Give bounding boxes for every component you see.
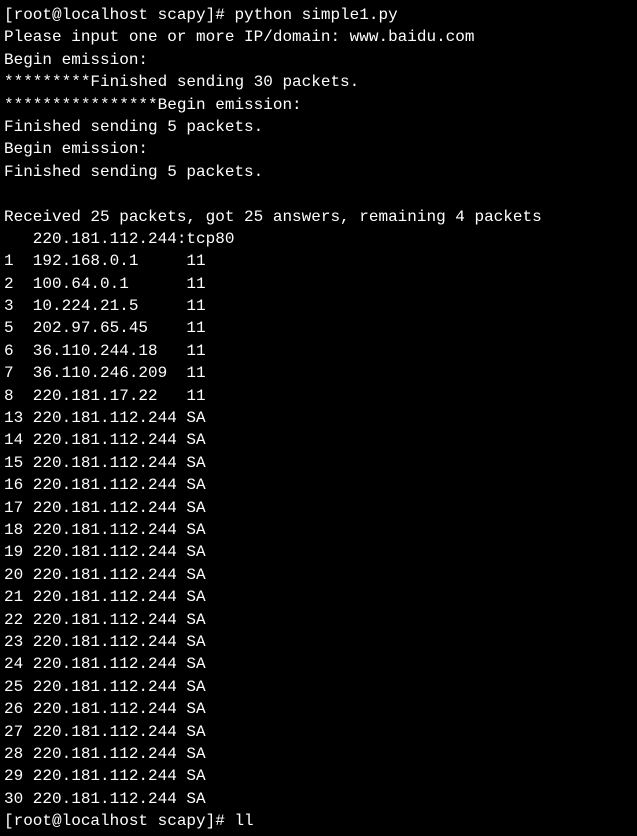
result-row: 28 220.181.112.244 SA <box>4 743 633 765</box>
result-row: 15 220.181.112.244 SA <box>4 452 633 474</box>
result-row: 25 220.181.112.244 SA <box>4 676 633 698</box>
emission-output: Begin emission:*********Finished sending… <box>4 49 633 183</box>
shell-prompt: [root@localhost scapy]# <box>4 6 234 24</box>
command-text: python simple1.py <box>234 6 397 24</box>
terminal-line-input: Please input one or more IP/domain: www.… <box>4 26 633 48</box>
result-row: 27 220.181.112.244 SA <box>4 721 633 743</box>
result-row: 7 36.110.246.209 11 <box>4 362 633 384</box>
input-prompt: Please input one or more IP/domain: <box>4 28 350 46</box>
result-row: 5 202.97.65.45 11 <box>4 317 633 339</box>
command-text: ll <box>234 812 253 830</box>
input-value: www.baidu.com <box>350 28 475 46</box>
result-row: 16 220.181.112.244 SA <box>4 474 633 496</box>
result-row: 14 220.181.112.244 SA <box>4 429 633 451</box>
result-row: 8 220.181.17.22 11 <box>4 385 633 407</box>
result-header: 220.181.112.244:tcp80 <box>4 228 633 250</box>
result-row: 2 100.64.0.1 11 <box>4 273 633 295</box>
emission-line: Begin emission: <box>4 138 633 160</box>
emission-line: *********Finished sending 30 packets. <box>4 71 633 93</box>
emission-line: Finished sending 5 packets. <box>4 161 633 183</box>
result-row: 22 220.181.112.244 SA <box>4 609 633 631</box>
result-row: 1 192.168.0.1 11 <box>4 250 633 272</box>
terminal-line-command: [root@localhost scapy]# python simple1.p… <box>4 4 633 26</box>
result-row: 19 220.181.112.244 SA <box>4 541 633 563</box>
blank-line <box>4 183 633 205</box>
result-row: 20 220.181.112.244 SA <box>4 564 633 586</box>
emission-line: ****************Begin emission: <box>4 94 633 116</box>
emission-line: Finished sending 5 packets. <box>4 116 633 138</box>
result-rows: 1 192.168.0.1 112 100.64.0.1 113 10.224.… <box>4 250 633 810</box>
result-row: 26 220.181.112.244 SA <box>4 698 633 720</box>
emission-line: Begin emission: <box>4 49 633 71</box>
result-row: 23 220.181.112.244 SA <box>4 631 633 653</box>
shell-prompt: [root@localhost scapy]# <box>4 812 234 830</box>
result-row: 18 220.181.112.244 SA <box>4 519 633 541</box>
result-row: 3 10.224.21.5 11 <box>4 295 633 317</box>
result-row: 30 220.181.112.244 SA <box>4 788 633 810</box>
terminal-line-command: [root@localhost scapy]# ll <box>4 810 633 832</box>
result-row: 29 220.181.112.244 SA <box>4 765 633 787</box>
result-row: 24 220.181.112.244 SA <box>4 653 633 675</box>
result-row: 6 36.110.244.18 11 <box>4 340 633 362</box>
result-row: 13 220.181.112.244 SA <box>4 407 633 429</box>
summary-line: Received 25 packets, got 25 answers, rem… <box>4 206 633 228</box>
result-row: 21 220.181.112.244 SA <box>4 586 633 608</box>
result-row: 17 220.181.112.244 SA <box>4 497 633 519</box>
